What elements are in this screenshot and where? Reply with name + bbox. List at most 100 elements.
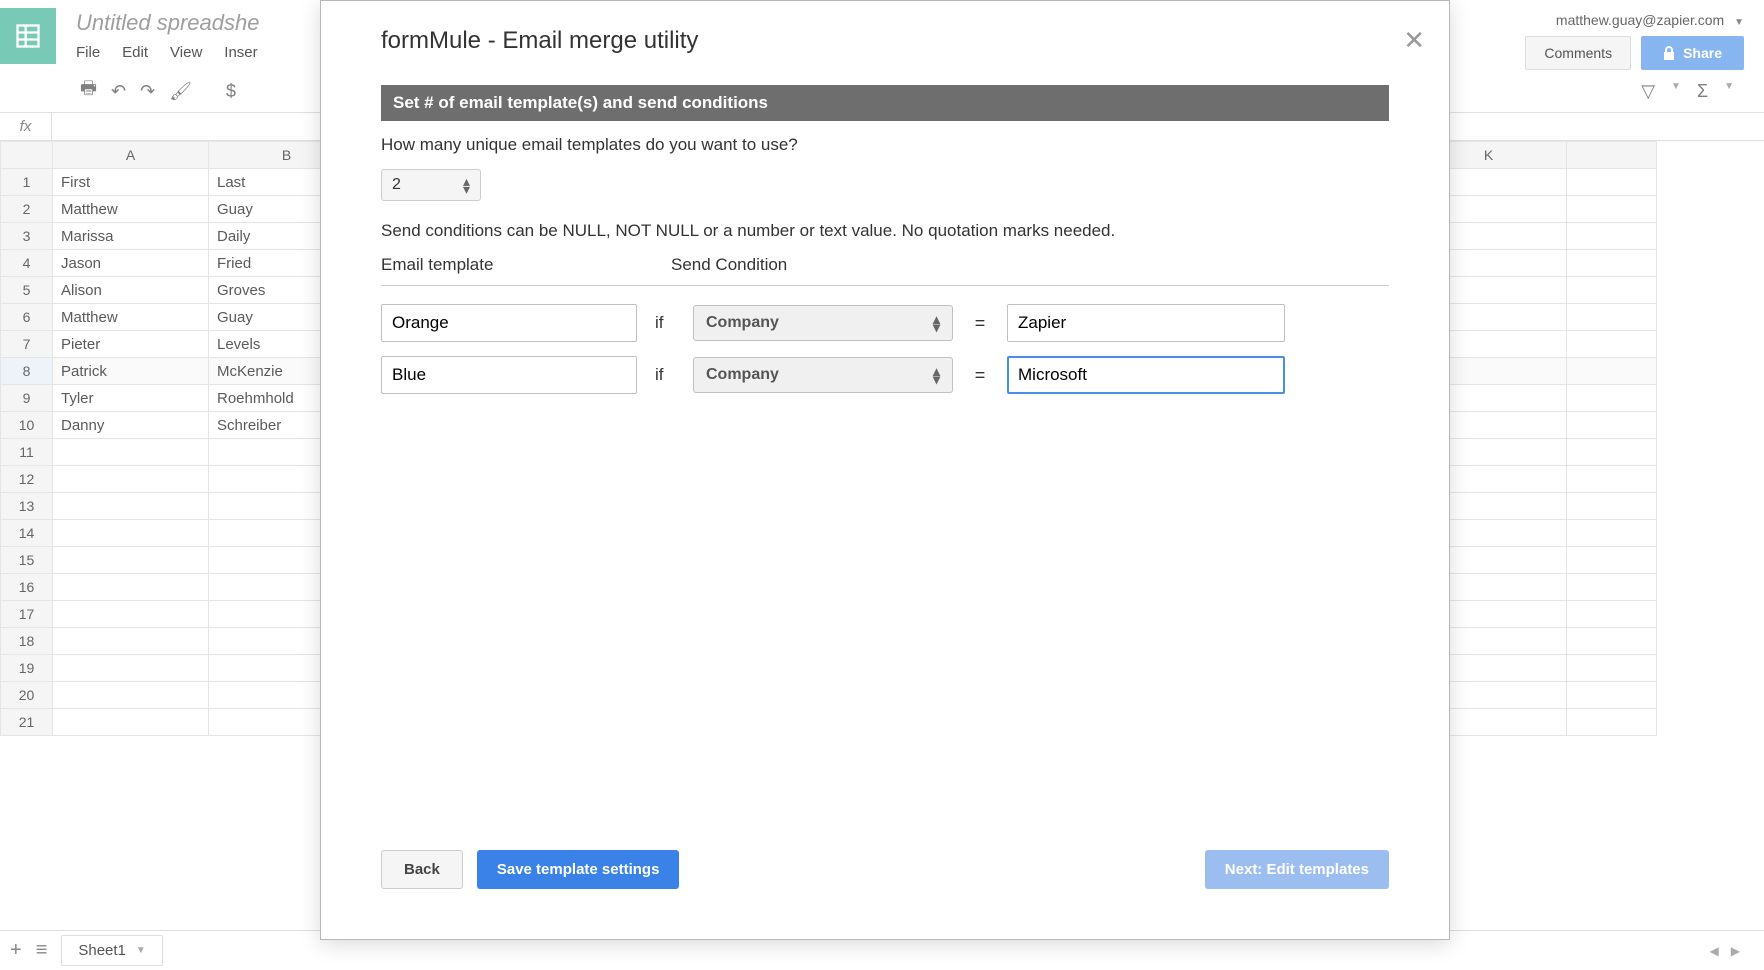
cell[interactable] (1567, 169, 1657, 196)
row-header[interactable]: 14 (1, 520, 53, 547)
cell[interactable] (1567, 655, 1657, 682)
cell[interactable] (1567, 196, 1657, 223)
select-all-corner[interactable] (1, 142, 53, 169)
row-header[interactable]: 5 (1, 277, 53, 304)
formmule-dialog: ✕ formMule - Email merge utility Set # o… (320, 0, 1450, 940)
cell[interactable] (1567, 547, 1657, 574)
cell[interactable] (1567, 250, 1657, 277)
save-template-settings-button[interactable]: Save template settings (477, 850, 680, 889)
cell[interactable] (1567, 601, 1657, 628)
cell[interactable] (1567, 331, 1657, 358)
template-name-input[interactable] (381, 304, 637, 342)
cell[interactable] (53, 601, 209, 628)
cell[interactable] (53, 493, 209, 520)
row-header[interactable]: 13 (1, 493, 53, 520)
row-header[interactable]: 3 (1, 223, 53, 250)
cell[interactable]: Patrick (53, 358, 209, 385)
cell[interactable] (53, 466, 209, 493)
cell[interactable] (1567, 493, 1657, 520)
cell[interactable] (53, 628, 209, 655)
cell[interactable] (53, 574, 209, 601)
all-sheets-icon[interactable]: ≡ (36, 939, 48, 962)
currency-icon[interactable]: $ (226, 81, 236, 102)
menu-insert[interactable]: Inser (224, 44, 257, 61)
template-count-stepper[interactable]: 2 ▴▾ (381, 169, 481, 201)
col-header-end[interactable] (1567, 142, 1657, 169)
cell[interactable]: Danny (53, 412, 209, 439)
sheet-tab[interactable]: Sheet1 ▼ (61, 935, 162, 966)
row-header[interactable]: 12 (1, 466, 53, 493)
cell[interactable] (1567, 358, 1657, 385)
row-header[interactable]: 10 (1, 412, 53, 439)
menu-file[interactable]: File (76, 44, 100, 61)
field-select[interactable]: Company ▴▾ (693, 305, 953, 341)
sheets-logo[interactable] (0, 8, 56, 64)
cell[interactable] (1567, 628, 1657, 655)
cell[interactable]: Marissa (53, 223, 209, 250)
condition-value-input[interactable] (1007, 304, 1285, 342)
user-email[interactable]: matthew.guay@zapier.com ▼ (1556, 12, 1744, 28)
cell[interactable] (1567, 520, 1657, 547)
cell[interactable]: First (53, 169, 209, 196)
row-header[interactable]: 11 (1, 439, 53, 466)
field-select[interactable]: Company ▴▾ (693, 357, 953, 393)
cell[interactable] (53, 655, 209, 682)
cell[interactable]: Tyler (53, 385, 209, 412)
cell[interactable] (53, 439, 209, 466)
cell[interactable]: Matthew (53, 196, 209, 223)
row-header[interactable]: 21 (1, 709, 53, 736)
cell[interactable] (1567, 709, 1657, 736)
cell[interactable] (1567, 304, 1657, 331)
row-header[interactable]: 16 (1, 574, 53, 601)
redo-icon[interactable]: ↷ (140, 81, 155, 102)
cell[interactable] (1567, 223, 1657, 250)
row-header[interactable]: 15 (1, 547, 53, 574)
row-header[interactable]: 17 (1, 601, 53, 628)
cell[interactable] (1567, 466, 1657, 493)
cell[interactable] (53, 682, 209, 709)
cell[interactable] (1567, 682, 1657, 709)
cell[interactable] (53, 520, 209, 547)
row-header[interactable]: 20 (1, 682, 53, 709)
cell[interactable] (1567, 574, 1657, 601)
cell[interactable]: Jason (53, 250, 209, 277)
row-header[interactable]: 1 (1, 169, 53, 196)
menu-edit[interactable]: Edit (122, 44, 148, 61)
undo-icon[interactable]: ↶ (111, 81, 126, 102)
row-header[interactable]: 9 (1, 385, 53, 412)
cell[interactable] (1567, 385, 1657, 412)
chevron-down-icon[interactable]: ▼ (1724, 81, 1734, 102)
cell[interactable] (53, 709, 209, 736)
comments-button[interactable]: Comments (1525, 36, 1631, 70)
template-name-input[interactable] (381, 356, 637, 394)
close-icon[interactable]: ✕ (1403, 25, 1425, 56)
row-header[interactable]: 18 (1, 628, 53, 655)
cell[interactable] (1567, 439, 1657, 466)
scroll-right-icon[interactable]: ▶ (1727, 942, 1744, 960)
row-header[interactable]: 4 (1, 250, 53, 277)
row-header[interactable]: 19 (1, 655, 53, 682)
chevron-down-icon[interactable]: ▼ (1671, 81, 1681, 102)
row-header[interactable]: 6 (1, 304, 53, 331)
cell[interactable]: Pieter (53, 331, 209, 358)
col-header-a[interactable]: A (53, 142, 209, 169)
menu-view[interactable]: View (170, 44, 202, 61)
cell[interactable]: Matthew (53, 304, 209, 331)
row-header[interactable]: 2 (1, 196, 53, 223)
cell[interactable] (1567, 277, 1657, 304)
sum-icon[interactable]: Σ (1697, 81, 1708, 102)
cell[interactable] (1567, 412, 1657, 439)
next-edit-templates-button[interactable]: Next: Edit templates (1205, 850, 1389, 889)
add-sheet-icon[interactable]: + (10, 939, 22, 962)
cell[interactable] (53, 547, 209, 574)
cell[interactable]: Alison (53, 277, 209, 304)
row-header[interactable]: 7 (1, 331, 53, 358)
print-icon[interactable]: 🖶 (80, 76, 97, 106)
condition-value-input[interactable] (1007, 356, 1285, 394)
share-button[interactable]: Share (1641, 36, 1744, 70)
row-header[interactable]: 8 (1, 358, 53, 385)
back-button[interactable]: Back (381, 850, 463, 889)
scroll-left-icon[interactable]: ◀ (1706, 942, 1723, 960)
paint-format-icon[interactable]: 🖌 (169, 81, 192, 102)
filter-icon[interactable]: ▽ (1641, 81, 1655, 102)
